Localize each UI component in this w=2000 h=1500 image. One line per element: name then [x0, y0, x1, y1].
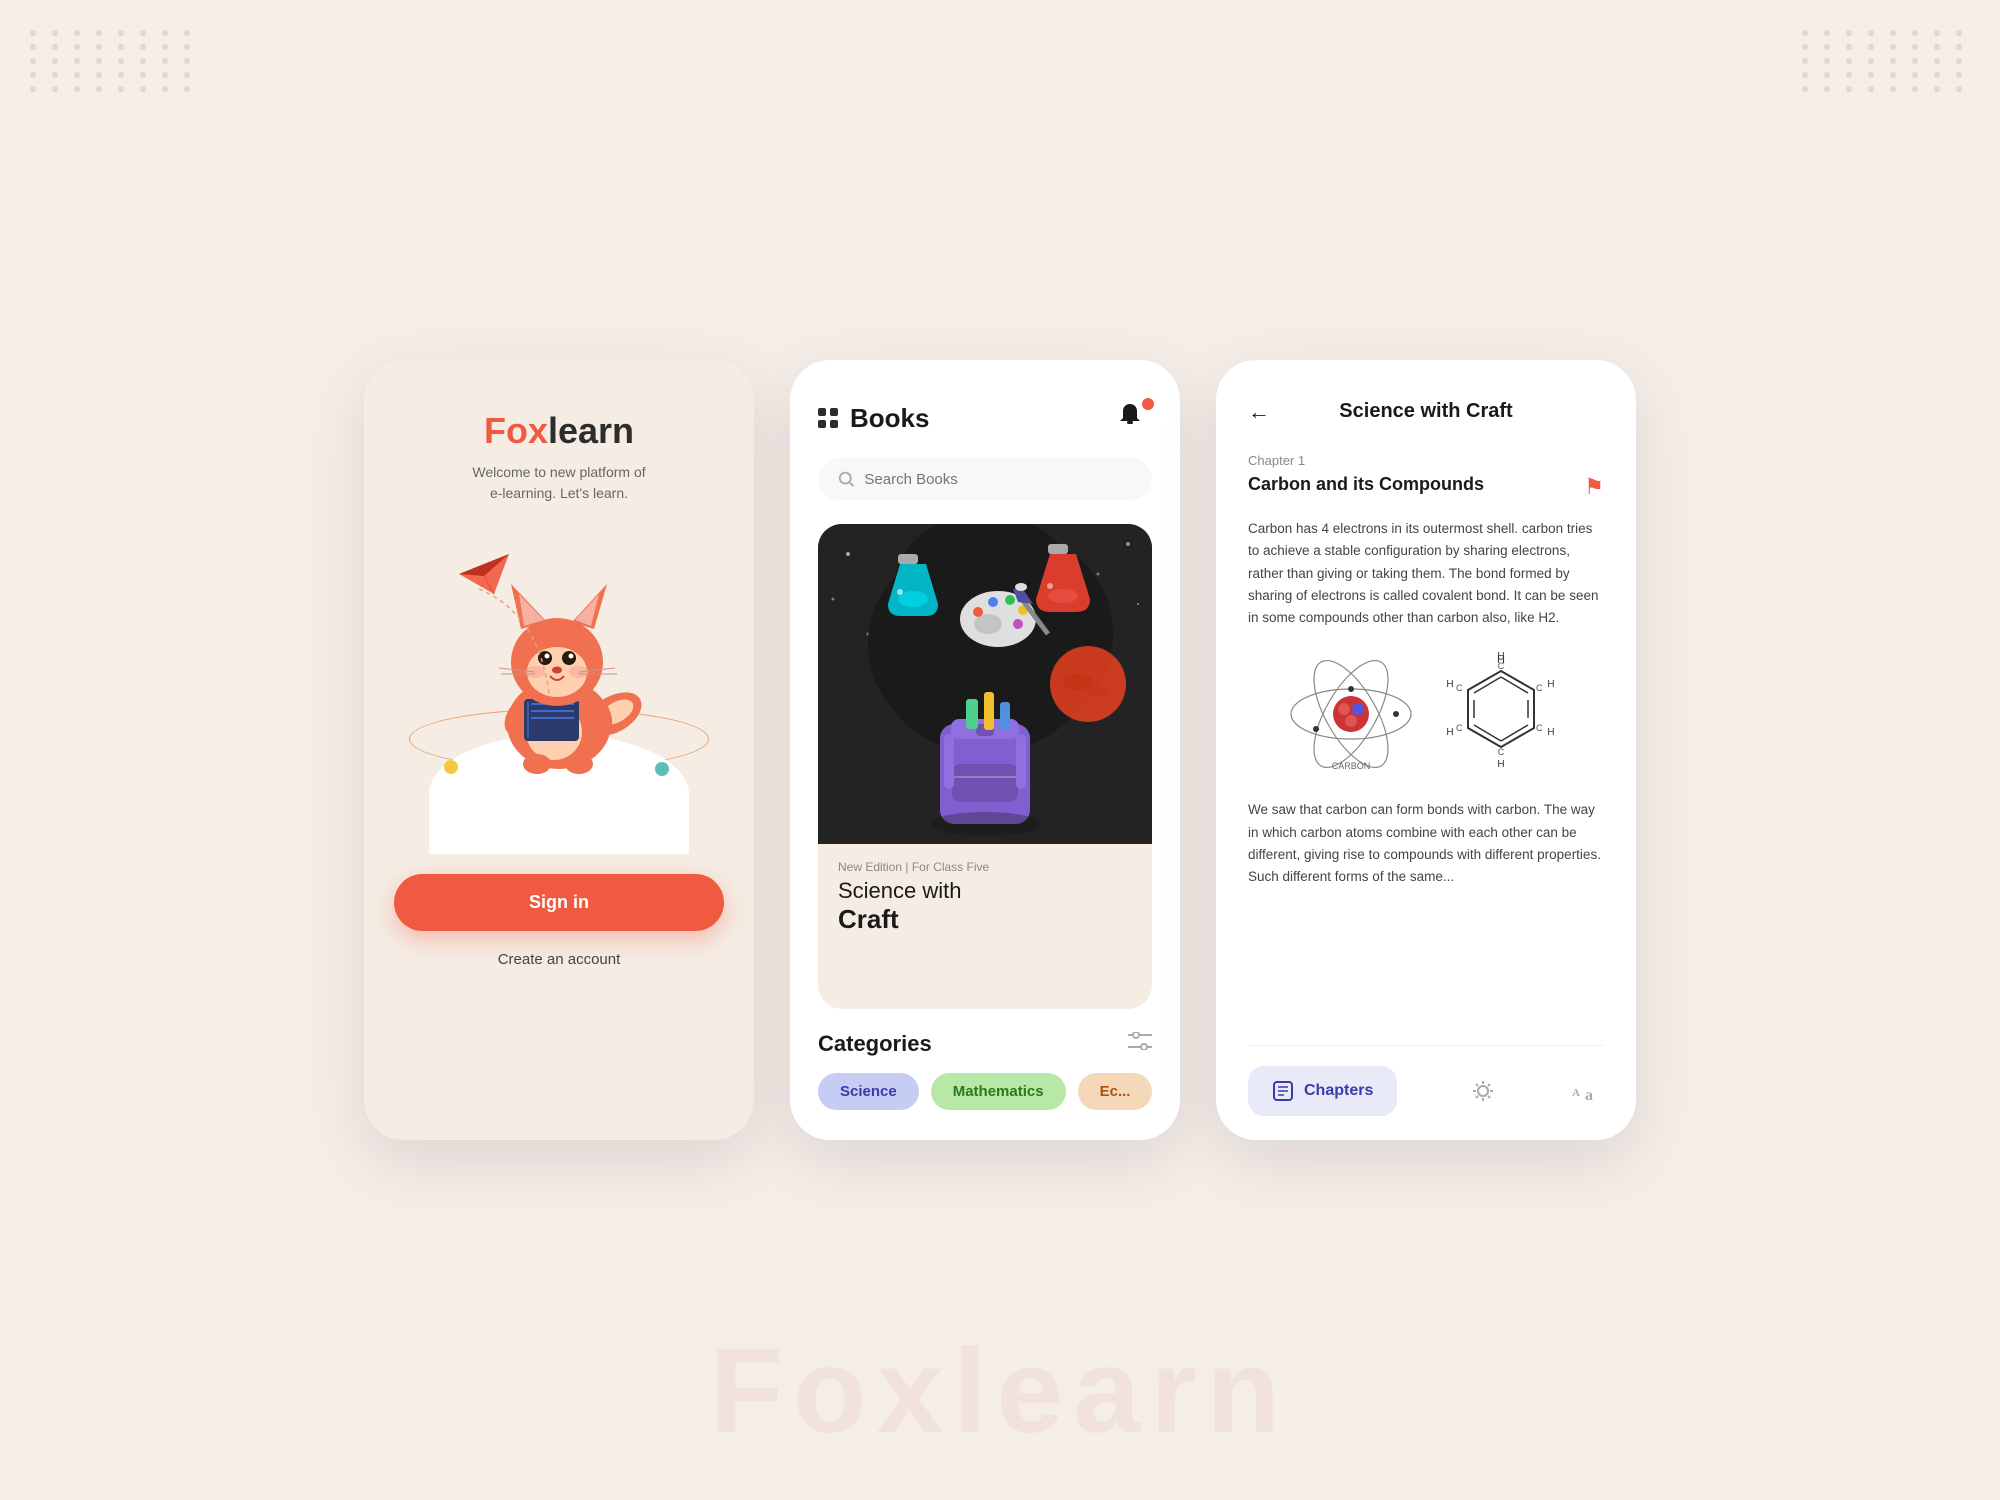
logo-learn: learn — [548, 410, 634, 451]
svg-text:H: H — [1547, 727, 1554, 738]
bg-dots-right — [1802, 30, 1970, 92]
svg-text:a: a — [1585, 1087, 1593, 1102]
chapter-title-row: Carbon and its Compounds ⚑ — [1248, 474, 1604, 500]
font-icon: A a — [1572, 1080, 1600, 1102]
screen-books: Books — [790, 360, 1180, 1140]
create-account-link[interactable]: Create an account — [498, 951, 621, 968]
svg-text:C: C — [1456, 683, 1463, 693]
chapters-button[interactable]: Chapters — [1248, 1066, 1397, 1116]
atom-diagram: CARBON — [1286, 649, 1416, 779]
svg-text:A: A — [1572, 1087, 1580, 1099]
book-info: New Edition | For Class Five Science wit… — [818, 844, 1152, 955]
search-icon — [838, 470, 854, 488]
detail-title: Science with Craft — [1339, 400, 1512, 423]
chapters-button-label: Chapters — [1304, 1082, 1373, 1100]
book-name-bold: Craft — [838, 904, 1132, 935]
svg-text:H: H — [1497, 651, 1504, 662]
detail-bottom: Chapters A a — [1248, 1045, 1604, 1116]
book-name-main: Science with — [838, 878, 1132, 904]
chemistry-diagrams: CARBON H C C C C C C — [1248, 649, 1604, 779]
book-card: New Edition | For Class Five Science wit… — [818, 524, 1152, 1009]
fox-illustration — [419, 534, 699, 854]
books-header: Books — [818, 400, 1152, 436]
categories-list: Science Mathematics Ec... — [818, 1073, 1152, 1110]
search-input[interactable] — [864, 471, 1132, 488]
chapter-label: Chapter 1 — [1248, 453, 1604, 468]
svg-text:C: C — [1498, 747, 1505, 757]
logo: Foxlearn — [484, 410, 634, 452]
bell-icon[interactable] — [1116, 400, 1152, 436]
orbit-dot-teal — [655, 762, 669, 776]
font-size-icon[interactable]: A a — [1568, 1073, 1604, 1109]
chapters-icon — [1272, 1080, 1294, 1102]
tagline: Welcome to new platform ofe-learning. Le… — [472, 462, 645, 504]
screen-detail: ← Science with Craft Chapter 1 Carbon an… — [1216, 360, 1636, 1140]
bg-dots-left — [30, 30, 198, 92]
screens-container: Foxlearn Welcome to new platform ofe-lea… — [364, 360, 1636, 1140]
book-image — [818, 524, 1152, 844]
book-edition: New Edition | For Class Five — [838, 860, 1132, 874]
book-illustration — [818, 524, 1152, 844]
svg-text:CARBON: CARBON — [1332, 761, 1371, 771]
notification-badge — [1142, 398, 1154, 410]
fox-character — [469, 554, 649, 774]
svg-text:C: C — [1536, 683, 1543, 693]
category-chip-mathematics[interactable]: Mathematics — [931, 1073, 1066, 1110]
bookmark-icon[interactable]: ⚑ — [1584, 474, 1604, 500]
chapter-paragraph-2: We saw that carbon can form bonds with c… — [1248, 799, 1604, 888]
search-bar[interactable] — [818, 458, 1152, 500]
categories-header: Categories — [818, 1031, 1152, 1057]
books-title: Books — [850, 403, 929, 434]
svg-text:C: C — [1536, 723, 1543, 733]
screen-login: Foxlearn Welcome to new platform ofe-lea… — [364, 360, 754, 1140]
back-button[interactable]: ← — [1248, 399, 1270, 425]
brightness-icon[interactable] — [1465, 1073, 1501, 1109]
svg-text:C: C — [1498, 661, 1505, 671]
svg-text:H: H — [1497, 759, 1504, 770]
sign-in-button[interactable]: Sign in — [394, 874, 724, 931]
benzene-diagram: H C C C C C C H H H H — [1436, 649, 1566, 779]
grid-icon[interactable] — [818, 408, 838, 428]
category-chip-science[interactable]: Science — [818, 1073, 919, 1110]
chapter-paragraph-1: Carbon has 4 electrons in its outermost … — [1248, 518, 1604, 629]
filter-icon[interactable] — [1128, 1032, 1152, 1056]
logo-fox: Fox — [484, 410, 548, 451]
svg-text:C: C — [1456, 723, 1463, 733]
category-chip-ec[interactable]: Ec... — [1078, 1073, 1153, 1110]
categories-title: Categories — [818, 1031, 932, 1057]
chapter-title: Carbon and its Compounds — [1248, 474, 1484, 495]
books-header-left: Books — [818, 403, 929, 434]
detail-header: ← Science with Craft — [1248, 400, 1604, 423]
svg-text:H: H — [1547, 679, 1554, 690]
watermark: Foxlearn — [710, 1322, 1290, 1460]
svg-text:H: H — [1446, 727, 1453, 738]
orbit-dot-yellow — [444, 760, 458, 774]
svg-text:H: H — [1446, 679, 1453, 690]
